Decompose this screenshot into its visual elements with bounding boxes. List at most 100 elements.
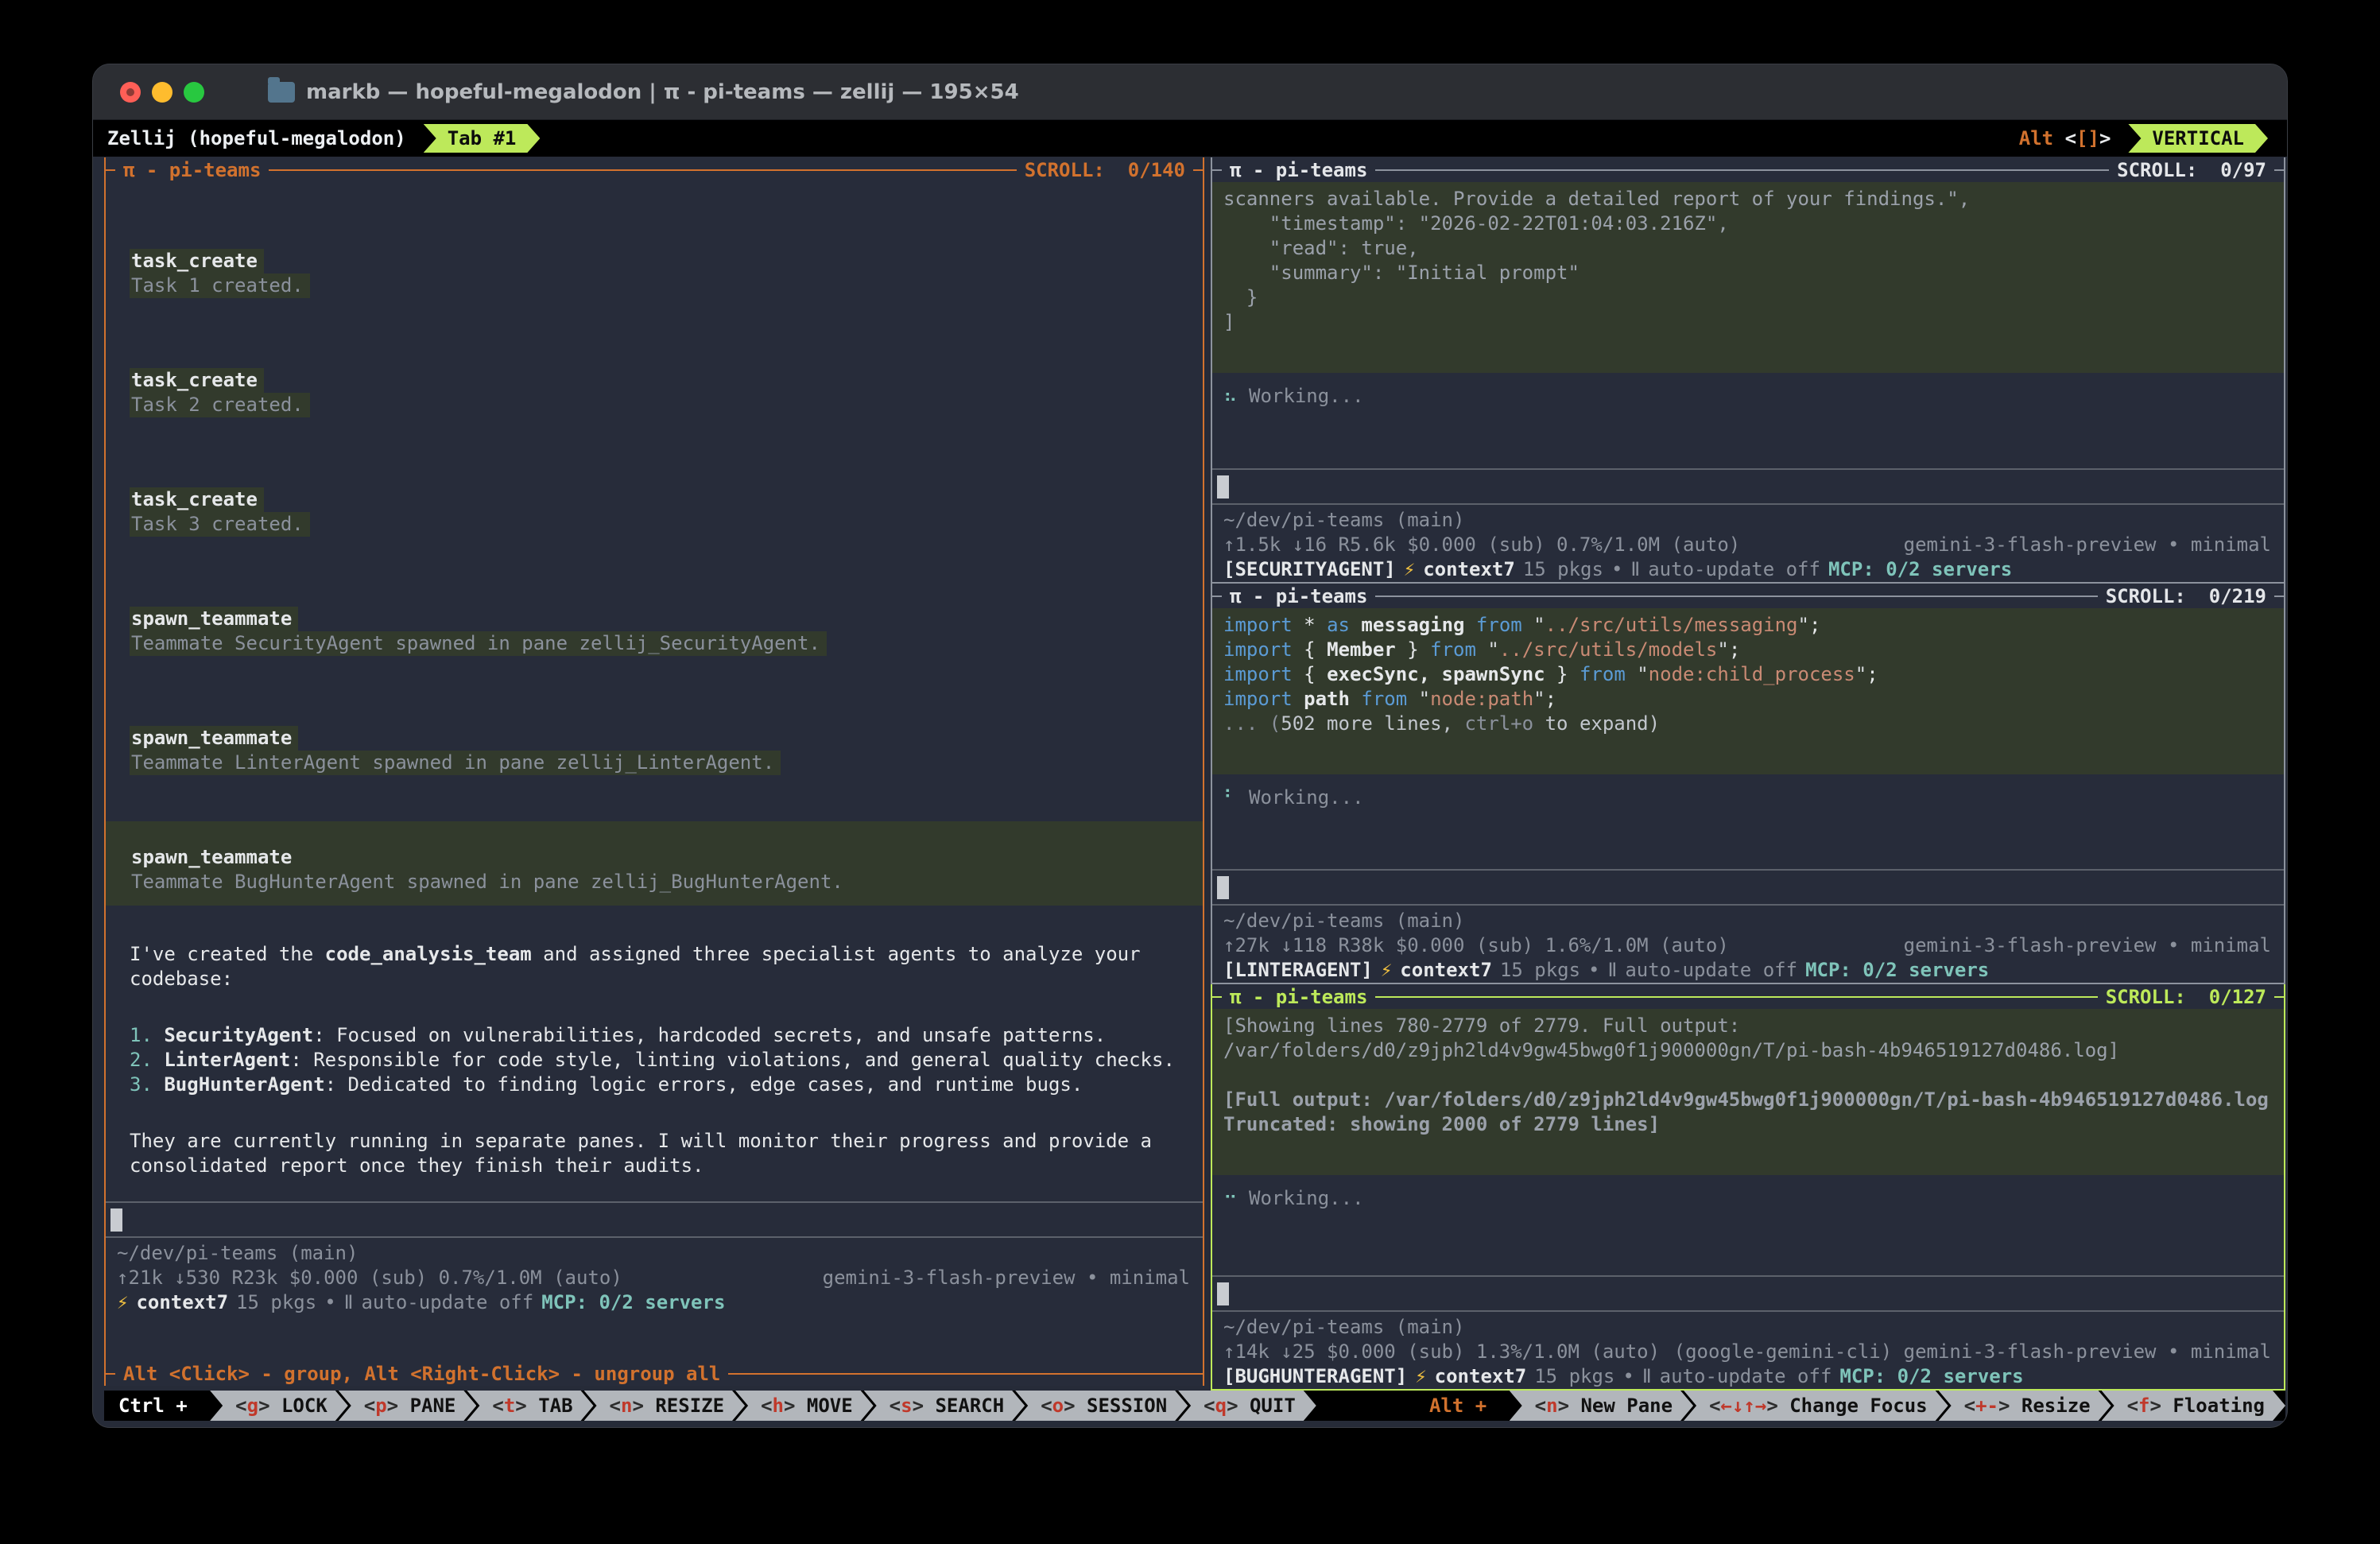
prompt-input[interactable] — [1212, 1277, 2284, 1310]
code-token: node:path — [1430, 688, 1533, 710]
titlebar[interactable]: markb — hopeful-megalodon | π - pi-teams… — [93, 64, 2287, 120]
tool-call-name: spawn_teammate — [130, 607, 298, 631]
pause-icon: Ⅱ — [1642, 1364, 1652, 1389]
keybind-session[interactable]: <o> SESSION — [1015, 1391, 1188, 1421]
keybind-tab[interactable]: <t> TAB — [467, 1391, 593, 1421]
session-name: Zellij (hopeful-megalodon) — [107, 127, 406, 149]
usage-stats-row: ↑21k ↓530 R23k $0.000 (sub) 0.7%/1.0M (a… — [117, 1266, 1190, 1290]
close-button[interactable] — [120, 82, 141, 103]
tool-call-name: spawn_teammate — [130, 726, 298, 751]
keybind-new-pane[interactable]: <n> New Pane — [1510, 1391, 1693, 1421]
bracket: > — [1227, 1395, 1250, 1417]
scroll-indicator: SCROLL: 0/219 — [2098, 585, 2274, 607]
keybind-prefix: Ctrl + — [118, 1395, 199, 1417]
context-row: [LINTERAGENT] ⚡ context7 15 pkgs • Ⅱ aut… — [1223, 958, 2271, 983]
border-segment — [1375, 996, 2097, 998]
list-item: 1. SecurityAgent: Focused on vulnerabili… — [130, 1023, 1190, 1048]
prompt-input[interactable] — [106, 1203, 1203, 1236]
context-row: ⚡ context7 15 pkgs • Ⅱ auto-update off M… — [117, 1290, 1190, 1315]
pane-security-agent[interactable]: π - pi-teams SCROLL: 0/97 scanners avail… — [1211, 157, 2285, 584]
minimize-button[interactable] — [152, 82, 172, 103]
code-token: import — [1223, 663, 1293, 685]
working-status: ⠃ Working... — [1212, 786, 2284, 810]
zoom-button[interactable] — [184, 82, 204, 103]
code-line: import * as messaging from "../src/utils… — [1223, 613, 2273, 638]
blank-gap — [1212, 1211, 2284, 1275]
border-segment — [1212, 169, 1222, 171]
code-token: 502 more lines, — [1281, 712, 1464, 735]
code-token: from — [1430, 638, 1476, 661]
keybind-floating[interactable]: <f> Floating — [2102, 1391, 2285, 1421]
keybind-label: LOCK — [281, 1395, 328, 1417]
layout-mode-label: VERTICAL — [2152, 127, 2244, 149]
auto-update-status: auto-update off — [1625, 958, 1797, 983]
pane-orchestrator[interactable]: π - pi-teams SCROLL: 0/140 task_createTa… — [104, 157, 1204, 1386]
pause-icon: Ⅱ — [344, 1290, 354, 1315]
mcp-servers-status: MCP: 0/2 servers — [541, 1290, 725, 1315]
code-token — [1464, 614, 1475, 636]
pkgs-count: 15 pkgs — [1534, 1364, 1614, 1389]
pane-linter-footer: ~/dev/pi-teams (main) ↑27k ↓118 R38k $0.… — [1212, 906, 2284, 983]
keybind-lock[interactable]: <g> LOCK — [210, 1391, 348, 1421]
border-segment — [1375, 169, 2109, 171]
log-line — [1223, 1063, 2273, 1088]
layout-mode-badge[interactable]: VERTICAL — [2128, 124, 2268, 153]
keybind-key: p — [375, 1395, 386, 1417]
bracket: < — [364, 1395, 375, 1417]
scroll-indicator: SCROLL: 0/140 — [1017, 159, 1193, 181]
context7-label: context7 — [136, 1290, 228, 1315]
prompt-input[interactable] — [1212, 470, 2284, 503]
message-line: They are currently running in separate p… — [130, 1129, 1190, 1154]
bolt-icon: ⚡ — [1415, 1364, 1426, 1389]
border-segment — [1375, 595, 2097, 597]
agent-name-badge: [BUGHUNTERAGENT] — [1223, 1364, 1407, 1389]
dot-separator: • — [324, 1290, 335, 1315]
tab-1-label: Tab #1 — [448, 127, 517, 149]
list-item: 2. LinterAgent: Responsible for code sty… — [130, 1048, 1190, 1073]
dot-separator: • — [1622, 1364, 1634, 1389]
bracket: < — [1964, 1395, 1975, 1417]
code-token: import — [1223, 614, 1293, 636]
code-token: node:child_process — [1649, 663, 1855, 685]
bracket: < — [492, 1395, 503, 1417]
list-item-agent-name: SecurityAgent — [164, 1024, 313, 1046]
prompt-input[interactable] — [1212, 871, 2284, 904]
keybind-key: h — [773, 1395, 784, 1417]
keybind-move[interactable]: <h> MOVE — [735, 1391, 874, 1421]
alt-hint-keys: [] — [2076, 127, 2099, 149]
keybind-prefix: Alt + — [1429, 1395, 1498, 1417]
tool-call-result: Teammate LinterAgent spawned in pane zel… — [130, 751, 781, 775]
auto-update-status: auto-update off — [361, 1290, 533, 1315]
keybind-resize[interactable]: <+-> Resize — [1939, 1391, 2111, 1421]
bracket: < — [1535, 1395, 1546, 1417]
spinner-icon: ⠃ — [1223, 786, 1238, 809]
model-label: (google-gemini-cli) gemini-3-flash-previ… — [1674, 1340, 2271, 1364]
keybind-resize[interactable]: <n> RESIZE — [584, 1391, 746, 1421]
alt-swap-hint: Alt <[]> — [2019, 127, 2111, 149]
pane-security-header: π - pi-teams SCROLL: 0/97 — [1212, 157, 2284, 182]
workspace: π - pi-teams SCROLL: 0/140 task_createTa… — [93, 157, 2288, 1391]
agent-list: 1. SecurityAgent: Focused on vulnerabili… — [130, 1023, 1190, 1097]
keybind-group-ctrl: Ctrl + <g> LOCK<p> PANE<t> TAB<n> RESIZE… — [104, 1391, 1316, 1421]
json-line: } — [1223, 285, 2273, 310]
bracket: < — [1041, 1395, 1052, 1417]
pane-bughunter-agent[interactable]: π - pi-teams SCROLL: 0/127 [Showing line… — [1211, 984, 2285, 1391]
keybind-quit[interactable]: <q> QUIT — [1178, 1391, 1316, 1421]
keybind-pane[interactable]: <p> PANE — [339, 1391, 477, 1421]
pause-icon: Ⅱ — [1608, 958, 1618, 983]
keybind-label: PANE — [410, 1395, 456, 1417]
bracket: > — [913, 1395, 936, 1417]
alt-prefix-segment: Alt + — [1382, 1391, 1519, 1421]
pane-linter-agent[interactable]: π - pi-teams SCROLL: 0/219 import * as m… — [1211, 584, 2285, 984]
bracket: > — [2150, 1395, 2173, 1417]
keybind-key: s — [901, 1395, 912, 1417]
keybind-label: SEARCH — [935, 1395, 1004, 1417]
keybind-change-focus[interactable]: <←↓↑→> Change Focus — [1684, 1391, 1948, 1421]
list-item-text: : Dedicated to finding logic errors, edg… — [325, 1073, 1083, 1096]
code-token: } — [1396, 638, 1430, 661]
traffic-lights — [120, 82, 204, 103]
keybind-search[interactable]: <s> SEARCH — [864, 1391, 1025, 1421]
code-token: " — [1717, 638, 1728, 661]
border-segment — [1212, 996, 1222, 998]
tab-1[interactable]: Tab #1 — [424, 124, 541, 153]
